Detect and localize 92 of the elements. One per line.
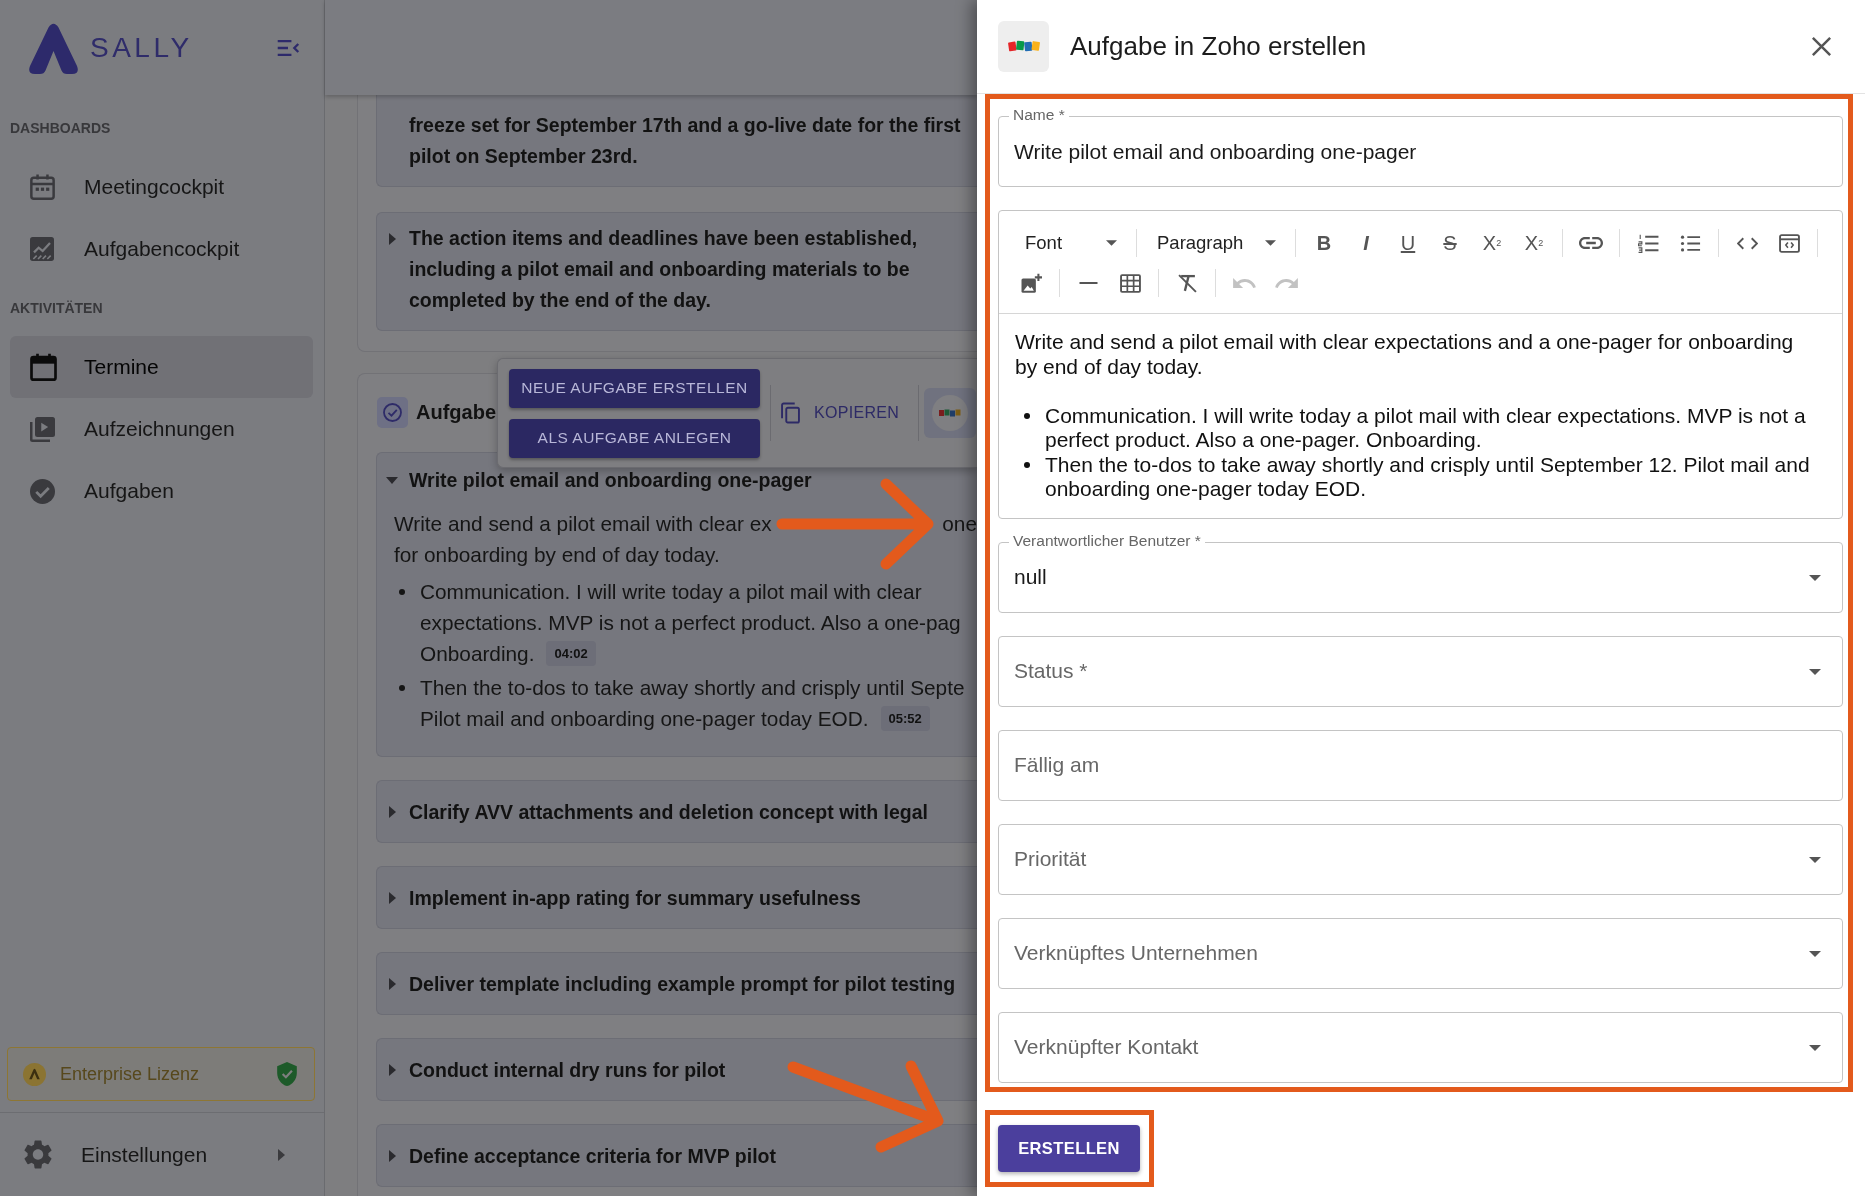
bold-button[interactable]: B [1306, 225, 1342, 261]
nav-item[interactable]: Aufgaben [10, 460, 313, 522]
dropdown-caret-icon [1809, 1044, 1821, 1051]
description-text: for onboarding by end of day today. [394, 542, 720, 568]
shield-check-icon [277, 1062, 297, 1086]
logo-text: SALLY [90, 31, 193, 64]
italic-button[interactable]: I [1348, 225, 1384, 261]
close-icon[interactable] [1811, 36, 1832, 57]
code-icon[interactable] [1736, 236, 1758, 250]
underline-button[interactable]: U [1390, 225, 1426, 261]
calendar-icon [30, 174, 55, 200]
logo-tile-icon [998, 21, 1049, 72]
task-title[interactable]: Deliver template including example prompt for pilot testing [409, 973, 956, 995]
menu-button[interactable]: NEUE AUFGABE ERSTELLEN [509, 368, 760, 408]
caret-right-icon[interactable] [388, 806, 396, 818]
bullet-text: Pilot mail and onboarding one-pager today EOD. [420, 706, 869, 732]
copy-icon [781, 402, 800, 424]
check-circle-icon [30, 478, 55, 504]
caret-right-icon[interactable] [388, 1064, 396, 1076]
settings-icon [24, 1140, 52, 1169]
settings-item[interactable]: Einstellungen [0, 1113, 324, 1196]
logo-icon [26, 21, 81, 74]
logo-tile-icon[interactable] [924, 388, 977, 438]
link-icon[interactable] [1579, 237, 1603, 249]
table-icon[interactable] [1119, 273, 1141, 293]
dropdown-select[interactable]: Font [1010, 225, 1126, 261]
description-text: one [942, 511, 977, 537]
nav-item[interactable]: Termine [10, 336, 313, 398]
nav-item[interactable]: Aufzeichnungen [10, 398, 313, 460]
bullet-text: Then the to-dos to take away shortly and crisply until Septe [420, 675, 965, 701]
editor-paragraph: Write and send a pilot email with clear expectations and a one-pager for onboarding by end of day today. [1015, 330, 1795, 379]
caret-right-icon[interactable] [388, 1150, 396, 1162]
caret-right-icon[interactable] [388, 892, 396, 904]
menu-collapse-icon[interactable] [276, 39, 300, 56]
dialog-title: Aufgabe in Zoho erstellen [1070, 31, 1367, 62]
bullet-icon [1024, 413, 1030, 419]
caret-icon [1265, 240, 1276, 246]
bullet-text: Onboarding. [420, 641, 535, 667]
caret-icon [1106, 240, 1117, 246]
calendar-icon [30, 353, 57, 381]
clear-format-icon[interactable] [1177, 273, 1197, 293]
horizontal-rule-icon[interactable] [1078, 282, 1098, 284]
bullet-list-icon[interactable] [1679, 234, 1701, 252]
select-field[interactable]: Priorität [998, 823, 1843, 895]
superscript-button[interactable]: X$^{2}$ [1516, 225, 1552, 261]
text-field[interactable]: Fällig am [998, 729, 1843, 801]
dropdown-caret-icon [1809, 668, 1821, 675]
summary-text: freeze set for September 17th and a go-live date for the first pilot on September 23rd. [409, 113, 962, 169]
section-heading: DASHBOARDS [10, 119, 112, 138]
bullet-icon [1024, 462, 1030, 468]
task-title[interactable]: Define acceptance criteria for MVP pilot [409, 1145, 776, 1167]
license-label: Enterprise Lizenz [60, 1063, 200, 1085]
task-check-icon [377, 396, 408, 428]
editor-bullet-text: Communication. I will write today a pilot mail with clear expectations. MVP is not a perfect product. Also a one-pager. Onboarding. [1045, 403, 1807, 453]
timestamp-tag[interactable]: 04:02 [546, 641, 596, 666]
timestamp-tag[interactable]: 05:52 [880, 706, 930, 731]
select-field[interactable]: Verknüpftes Unternehmen [998, 917, 1843, 989]
section-heading: AKTIVITÄTEN [10, 299, 104, 318]
summary-text: The action items and deadlines have been established, including a pilot email and onboarding materials to be completed by the end of the day. [409, 226, 919, 313]
select-field[interactable]: Status * [998, 635, 1843, 707]
coin-logo-icon [23, 1062, 46, 1086]
dropdown-select[interactable]: Paragraph [1147, 225, 1285, 261]
task-title[interactable]: Clarify AVV attachments and deletion concept with legal [409, 801, 929, 823]
bullet-icon [399, 684, 405, 691]
task-title[interactable]: Conduct internal dry runs for pilot [409, 1059, 726, 1081]
bullet-text: Communication. I will write today a pilot mail with clear expectations. MVP is not a perfect product. Also a one-pag [420, 579, 961, 636]
submit-button[interactable]: ERSTELLEN [998, 1124, 1140, 1172]
section-title: Aufgabe [416, 400, 496, 424]
copy-button[interactable]: KOPIEREN [771, 391, 910, 435]
dropdown-caret-icon [1809, 950, 1821, 957]
bullet-icon [399, 588, 405, 595]
license-badge[interactable]: Enterprise Lizenz [7, 1047, 315, 1101]
embed-code-icon[interactable] [1778, 233, 1800, 253]
chart-icon [30, 237, 54, 261]
caret-down-icon[interactable] [386, 476, 398, 484]
description-text: Write and send a pilot email with clear ex [394, 511, 772, 537]
dropdown-caret-icon [1809, 856, 1821, 863]
caret-right-icon[interactable] [388, 232, 396, 245]
nav-item[interactable]: Aufgabencockpit [10, 218, 313, 280]
editor-bullet-text: Then the to-dos to take away shortly and crisply until September 12. Pilot mail and onboarding one-pager today EOD. [1045, 452, 1811, 502]
numbered-list-icon[interactable] [1637, 233, 1659, 253]
select-field[interactable]: Verknüpfter Kontakt [998, 1011, 1843, 1083]
task-title[interactable]: Implement in-app rating for summary usefulness [409, 887, 861, 909]
video-library-icon [30, 416, 55, 442]
caret-right-icon[interactable] [388, 978, 396, 990]
task-title[interactable]: Write pilot email and onboarding one-pager [409, 469, 812, 491]
add-image-icon[interactable] [1020, 272, 1042, 294]
nav-item[interactable]: Meetingcockpit [10, 156, 313, 218]
strikethrough-button[interactable]: S [1432, 225, 1468, 261]
menu-button[interactable]: ALS AUFGABE ANLEGEN [509, 418, 760, 458]
dropdown-caret-icon [1809, 574, 1821, 581]
caret-right-icon [278, 1148, 285, 1161]
